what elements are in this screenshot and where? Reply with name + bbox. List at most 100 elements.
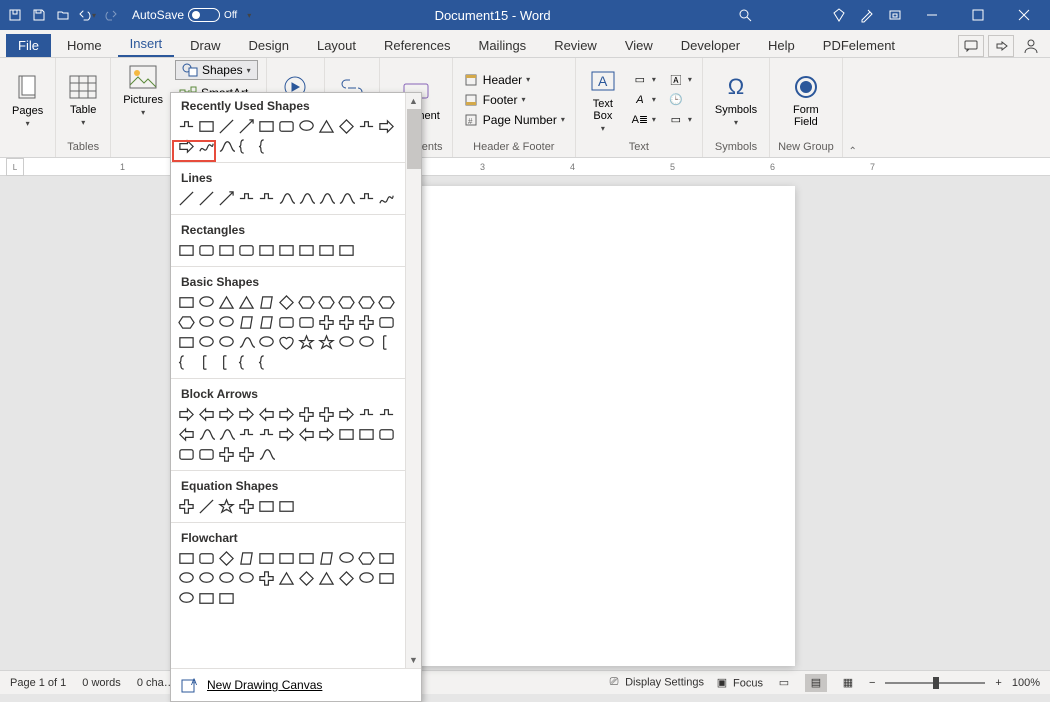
text-opt-4[interactable]: 🄰▾ (666, 71, 694, 89)
shape-item[interactable] (297, 189, 316, 208)
shape-item[interactable] (257, 241, 276, 260)
redo-icon[interactable] (100, 4, 122, 26)
shape-item[interactable] (277, 241, 296, 260)
shape-item[interactable] (357, 425, 376, 444)
shape-item[interactable] (297, 549, 316, 568)
shape-item[interactable] (277, 333, 296, 352)
shape-item[interactable] (257, 405, 276, 424)
shape-item[interactable] (197, 313, 216, 332)
shape-item[interactable] (197, 589, 216, 608)
text-opt-3[interactable]: A≣▾ (630, 111, 658, 129)
open-icon[interactable] (52, 4, 74, 26)
text-opt-6[interactable]: ▭▾ (666, 111, 694, 129)
zoom-out-icon[interactable]: − (869, 677, 875, 689)
shape-item[interactable] (377, 293, 396, 312)
shape-item[interactable] (277, 425, 296, 444)
shape-item[interactable] (197, 497, 216, 516)
tab-review[interactable]: Review (542, 34, 609, 57)
shape-item[interactable] (337, 549, 356, 568)
shape-item[interactable] (277, 117, 296, 136)
shape-item[interactable] (317, 293, 336, 312)
shapes-button[interactable]: Shapes▾ (175, 60, 258, 80)
shape-item[interactable] (237, 569, 256, 588)
new-canvas-button[interactable]: A New Drawing Canvas (171, 668, 421, 701)
shape-item[interactable] (217, 569, 236, 588)
shape-item[interactable] (257, 497, 276, 516)
minimize-icon[interactable] (912, 1, 952, 29)
shape-item[interactable] (277, 569, 296, 588)
shape-item[interactable] (297, 117, 316, 136)
shape-item[interactable] (357, 313, 376, 332)
zoom-slider[interactable] (885, 682, 985, 684)
shape-item[interactable] (337, 189, 356, 208)
shape-item[interactable] (217, 589, 236, 608)
shape-item[interactable] (197, 425, 216, 444)
shape-item[interactable] (177, 549, 196, 568)
share-icon[interactable] (988, 35, 1014, 57)
shape-item[interactable] (277, 497, 296, 516)
header-button[interactable]: Header▾ (461, 71, 567, 89)
shape-item[interactable] (257, 333, 276, 352)
text-opt-5[interactable]: 🕒 (666, 91, 694, 109)
shape-item[interactable] (177, 445, 196, 464)
shape-item[interactable] (177, 569, 196, 588)
shape-item[interactable] (237, 117, 256, 136)
diamond-icon[interactable] (828, 4, 850, 26)
shape-item[interactable] (217, 241, 236, 260)
shape-item[interactable] (337, 293, 356, 312)
shape-item[interactable] (197, 353, 216, 372)
shape-item[interactable] (377, 569, 396, 588)
shape-item[interactable] (217, 549, 236, 568)
shape-item[interactable] (277, 313, 296, 332)
shape-item[interactable] (377, 189, 396, 208)
tab-layout[interactable]: Layout (305, 34, 368, 57)
shape-item[interactable] (217, 313, 236, 332)
tab-mailings[interactable]: Mailings (467, 34, 539, 57)
pencil-icon[interactable] (856, 4, 878, 26)
window-icon[interactable] (884, 4, 906, 26)
text-box-button[interactable]: A Text Box▾ (584, 64, 622, 135)
ruler-corner[interactable]: L (6, 158, 24, 176)
tab-pdfelement[interactable]: PDFelement (811, 34, 907, 57)
shape-item[interactable] (257, 549, 276, 568)
toggle-icon[interactable] (188, 8, 220, 22)
close-icon[interactable] (1004, 1, 1044, 29)
shape-item[interactable] (297, 313, 316, 332)
footer-button[interactable]: Footer▾ (461, 91, 567, 109)
shape-item[interactable] (297, 333, 316, 352)
shape-item[interactable] (237, 333, 256, 352)
shape-item[interactable] (257, 425, 276, 444)
shape-item[interactable] (277, 189, 296, 208)
shape-item[interactable] (177, 117, 196, 136)
shape-item[interactable] (177, 313, 196, 332)
shape-item[interactable] (377, 117, 396, 136)
shape-item[interactable] (237, 137, 256, 156)
shape-item[interactable] (377, 313, 396, 332)
tab-design[interactable]: Design (237, 34, 301, 57)
tab-draw[interactable]: Draw (178, 34, 232, 57)
shape-item[interactable] (217, 293, 236, 312)
shape-item[interactable] (197, 333, 216, 352)
shape-item[interactable] (217, 497, 236, 516)
shape-item[interactable] (177, 137, 196, 156)
shape-item[interactable] (217, 405, 236, 424)
shape-item[interactable] (197, 189, 216, 208)
shape-item[interactable] (197, 241, 216, 260)
shape-item[interactable] (357, 189, 376, 208)
display-settings[interactable]: ⎚ Display Settings (606, 675, 704, 691)
view-read-icon[interactable]: ▭ (773, 674, 795, 692)
shape-item[interactable] (317, 405, 336, 424)
scroll-thumb[interactable] (407, 109, 421, 169)
comments-panel-icon[interactable] (958, 35, 984, 57)
shape-item[interactable] (297, 405, 316, 424)
shape-item[interactable] (197, 293, 216, 312)
shape-item[interactable] (177, 353, 196, 372)
tab-file[interactable]: File (6, 34, 51, 57)
pictures-button[interactable]: Pictures▾ (119, 60, 167, 119)
shape-item[interactable] (237, 293, 256, 312)
dropdown-scrollbar[interactable]: ▲ ▼ (405, 93, 421, 668)
shape-item[interactable] (217, 137, 236, 156)
shape-item[interactable] (337, 313, 356, 332)
shape-item[interactable] (197, 569, 216, 588)
shape-item[interactable] (257, 313, 276, 332)
